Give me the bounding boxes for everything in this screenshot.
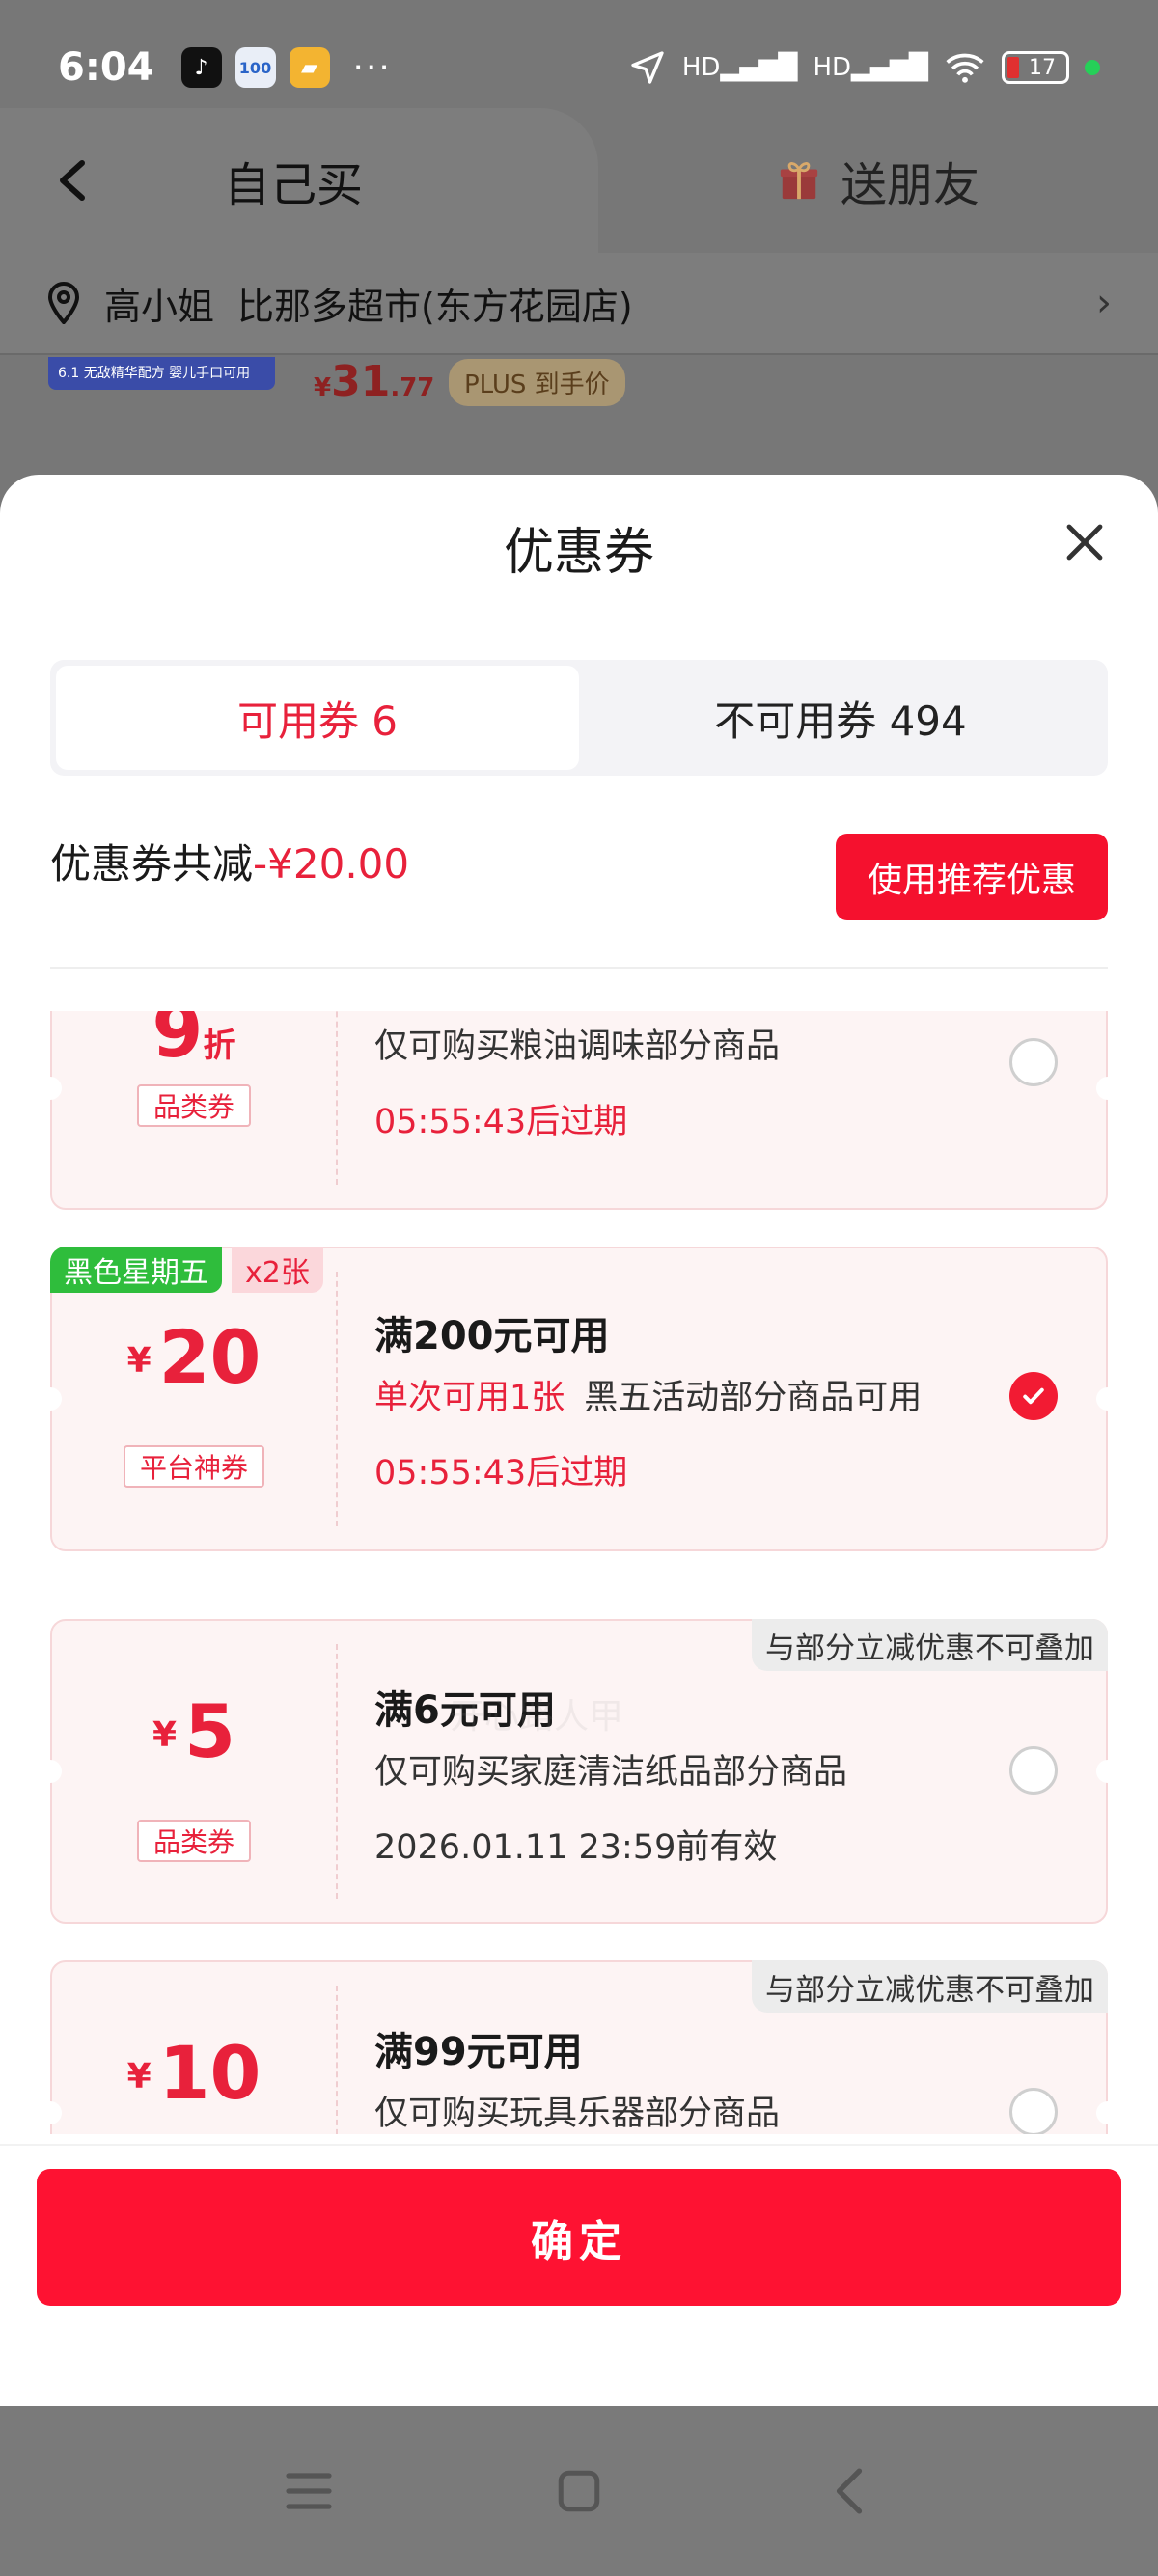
delivery-address-bar[interactable]: 高小姐 比那多超市(东方花园店) › [0, 253, 1158, 355]
status-time: 6:04 [58, 45, 154, 90]
coupon-list[interactable]: 9折 品类券 满99元可用 仅可购买粮油调味部分商品 05:55:43后过期 黑… [0, 1005, 1158, 2134]
black-friday-badge: 黑色星期五 [50, 1247, 222, 1293]
coupon-desc: 仅可购买家庭清洁纸品部分商品 [374, 1753, 848, 1792]
tab-gift-label: 送朋友 [840, 158, 979, 212]
tab-available[interactable]: 可用券 6 [56, 666, 579, 770]
battery-level: 17 [1029, 55, 1056, 80]
background-product-row: 6.1 无敌精华配方 婴儿手口可用 ¥31.77 PLUS 到手价 [0, 357, 1158, 482]
signal-icon-2: HD▂▄▆█ [813, 53, 928, 82]
coupon-sheet: 优惠券 可用券 6 不可用券 494 优惠券共减-¥20.00 使用推荐优惠 9… [0, 475, 1158, 2406]
app-100-icon: 100 [234, 47, 276, 88]
menu-icon[interactable] [270, 2453, 347, 2530]
back-nav-icon[interactable] [811, 2453, 888, 2530]
summary-amount: -¥20.00 [253, 840, 410, 888]
back-icon[interactable] [41, 147, 108, 214]
notes-icon: ▰ [289, 47, 330, 88]
coupon-tab-switch: 可用券 6 不可用券 494 [50, 660, 1108, 776]
coupon-radio[interactable] [1009, 2088, 1058, 2134]
coupon-card-selected[interactable]: 黑色星期五 x2张 ¥20 平台神券 满200元可用 单次可用1张 黑五活动部分商… [39, 1247, 1119, 1551]
coupon-radio[interactable] [1009, 1038, 1058, 1086]
thumb-badge: 6.1 [58, 366, 80, 381]
summary-label: 优惠券共减 [50, 840, 254, 888]
chevron-right-icon: › [1096, 281, 1112, 325]
close-icon[interactable] [1062, 519, 1108, 565]
coupon-face-value: ¥5 [152, 1688, 235, 1774]
tiktok-icon: ♪ [180, 47, 222, 88]
watermark-text: 开心路人甲 [450, 1697, 624, 1737]
use-recommended-button[interactable]: 使用推荐优惠 [836, 834, 1108, 920]
location-arrow-icon [631, 51, 664, 84]
wifi-icon [946, 53, 984, 83]
check-icon [1023, 1387, 1044, 1405]
coupon-type-tag: 平台神券 [124, 1445, 264, 1488]
address-store: 比那多超市(东方花园店) [237, 285, 633, 328]
coupon-expiry: 05:55:43后过期 [374, 1454, 628, 1493]
product-thumbnail: 6.1 无敌精华配方 婴儿手口可用 [48, 357, 275, 390]
tab-unavailable[interactable]: 不可用券 494 [579, 666, 1102, 770]
system-nav-bar [0, 2406, 1158, 2576]
coupon-type-tag: 品类券 [137, 1084, 251, 1127]
tab-self[interactable]: 自己买 [0, 108, 598, 253]
battery-icon: 17 [1002, 51, 1069, 84]
coupon-desc: 仅可购买玩具乐器部分商品 [374, 2095, 781, 2133]
coupon-card[interactable]: 与部分立减优惠不可叠加 ¥10 满99元可用 仅可购买玩具乐器部分商品 [39, 1960, 1119, 2134]
coupon-face-value: ¥10 [126, 2030, 262, 2116]
more-notifications-icon: ··· [352, 47, 392, 88]
coupon-type-tag: 品类券 [137, 1820, 251, 1862]
tab-self-label: 自己买 [224, 158, 364, 212]
charging-dot [1085, 60, 1100, 75]
coupon-radio-checked[interactable] [1009, 1372, 1058, 1420]
confirm-button[interactable]: 确定 [37, 2169, 1121, 2306]
sheet-title: 优惠券 [503, 524, 654, 582]
confirm-area: 确定 [0, 2144, 1158, 2406]
coupon-expiry: 05:55:43后过期 [374, 1103, 628, 1141]
home-square-icon[interactable] [540, 2453, 618, 2530]
stacking-note: 与部分立减优惠不可叠加 [752, 1619, 1108, 1671]
gift-icon [780, 162, 818, 200]
coupon-radio[interactable] [1009, 1746, 1058, 1795]
coupon-face-value: 9折 [152, 1005, 236, 1074]
stacking-note: 与部分立减优惠不可叠加 [752, 1960, 1108, 2013]
coupon-card[interactable]: 与部分立减优惠不可叠加 ¥5 品类券 满6元可用 仅可购买家庭清洁纸品部分商品 … [39, 1619, 1119, 1924]
divider [50, 967, 1108, 969]
discount-summary: 优惠券共减-¥20.00 [50, 832, 409, 891]
location-pin-icon [47, 282, 80, 324]
coupon-title: 满200元可用 [374, 1314, 610, 1358]
tab-gift[interactable]: 送朋友 [598, 108, 1158, 253]
plus-price-badge: PLUS 到手价 [449, 359, 625, 406]
coupon-expiry: 2026.01.11 23:59前有效 [374, 1828, 778, 1867]
purchase-mode-tabs: 自己买 送朋友 [0, 108, 1158, 253]
coupon-desc: 仅可购买粮油调味部分商品 [374, 1028, 781, 1066]
signal-icon: HD▂▄▆█ [681, 53, 798, 82]
address-name: 高小姐 [104, 285, 215, 328]
coupon-face-value: ¥20 [126, 1314, 262, 1400]
coupon-desc: 单次可用1张 黑五活动部分商品可用 [374, 1379, 923, 1417]
coupon-count-badge: x2张 [232, 1247, 323, 1293]
product-price: ¥31.77 [314, 357, 435, 406]
thumb-text: 无敌精华配方 婴儿手口可用 [83, 366, 251, 381]
coupon-card[interactable]: 9折 品类券 满99元可用 仅可购买粮油调味部分商品 05:55:43后过期 [39, 1005, 1119, 1210]
coupon-title: 满99元可用 [374, 2030, 583, 2074]
